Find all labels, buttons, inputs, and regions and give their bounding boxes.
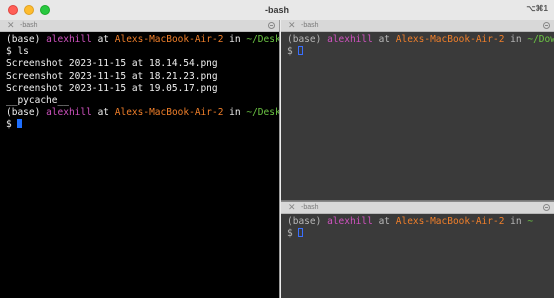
close-pane-icon[interactable]: ✕ xyxy=(288,20,296,31)
output-line: __pycache__ xyxy=(6,95,69,107)
window-title: -bash xyxy=(264,5,289,15)
close-pane-icon[interactable]: ✕ xyxy=(7,20,15,31)
pane-menu-icon[interactable] xyxy=(268,22,275,29)
terminal-output[interactable]: (base) alexhill at Alexs-MacBook-Air-2 i… xyxy=(281,214,554,240)
terminal-output[interactable]: (base) alexhill at Alexs-MacBook-Air-2 i… xyxy=(281,32,554,58)
terminal-pane-right-bottom[interactable]: ✕ -bash (base) alexhill at Alexs-MacBook… xyxy=(281,201,554,298)
prompt-line: (base) alexhill at Alexs-MacBook-Air-2 i… xyxy=(287,34,554,45)
pane-tab-label: -bash xyxy=(20,22,38,29)
input-line[interactable]: $ xyxy=(287,228,554,240)
zoom-window-button[interactable] xyxy=(40,5,50,15)
text-cursor xyxy=(298,46,304,56)
command-line: $ ls xyxy=(6,46,29,58)
pane-header: ✕ -bash xyxy=(281,202,554,214)
pane-tab-label: -bash xyxy=(301,22,319,29)
window-titlebar: -bash ⌥⌘1 xyxy=(0,0,554,20)
terminal-pane-left[interactable]: ✕ -bash (base) alexhill at Alexs-MacBook… xyxy=(0,20,280,298)
terminal-output[interactable]: (base) alexhill at Alexs-MacBook-Air-2 i… xyxy=(0,32,279,132)
window-shortcut: ⌥⌘1 xyxy=(526,4,548,13)
output-line: Screenshot 2023-11-15 at 18.14.54.png xyxy=(6,58,218,70)
output-line: Screenshot 2023-11-15 at 18.21.23.png xyxy=(6,70,218,82)
pane-menu-icon[interactable] xyxy=(543,204,550,211)
prompt-line: (base) alexhill at Alexs-MacBook-Air-2 i… xyxy=(6,34,280,45)
pane-menu-icon[interactable] xyxy=(543,22,550,29)
minimize-window-button[interactable] xyxy=(24,5,34,15)
traffic-lights xyxy=(8,5,50,15)
input-line[interactable]: $ xyxy=(6,119,279,131)
terminal-pane-right-top[interactable]: ✕ -bash (base) alexhill at Alexs-MacBook… xyxy=(281,20,554,200)
output-line: Screenshot 2023-11-15 at 19.05.17.png xyxy=(6,82,218,94)
prompt-line: (base) alexhill at Alexs-MacBook-Air-2 i… xyxy=(6,107,280,119)
close-pane-icon[interactable]: ✕ xyxy=(288,202,296,213)
text-cursor xyxy=(17,119,23,129)
pane-header: ✕ -bash xyxy=(281,20,554,32)
text-cursor xyxy=(298,228,304,238)
prompt-line: (base) alexhill at Alexs-MacBook-Air-2 i… xyxy=(287,216,534,227)
pane-tab-label: -bash xyxy=(301,204,319,211)
input-line[interactable]: $ xyxy=(287,46,554,58)
pane-header: ✕ -bash xyxy=(0,20,279,32)
close-window-button[interactable] xyxy=(8,5,18,15)
